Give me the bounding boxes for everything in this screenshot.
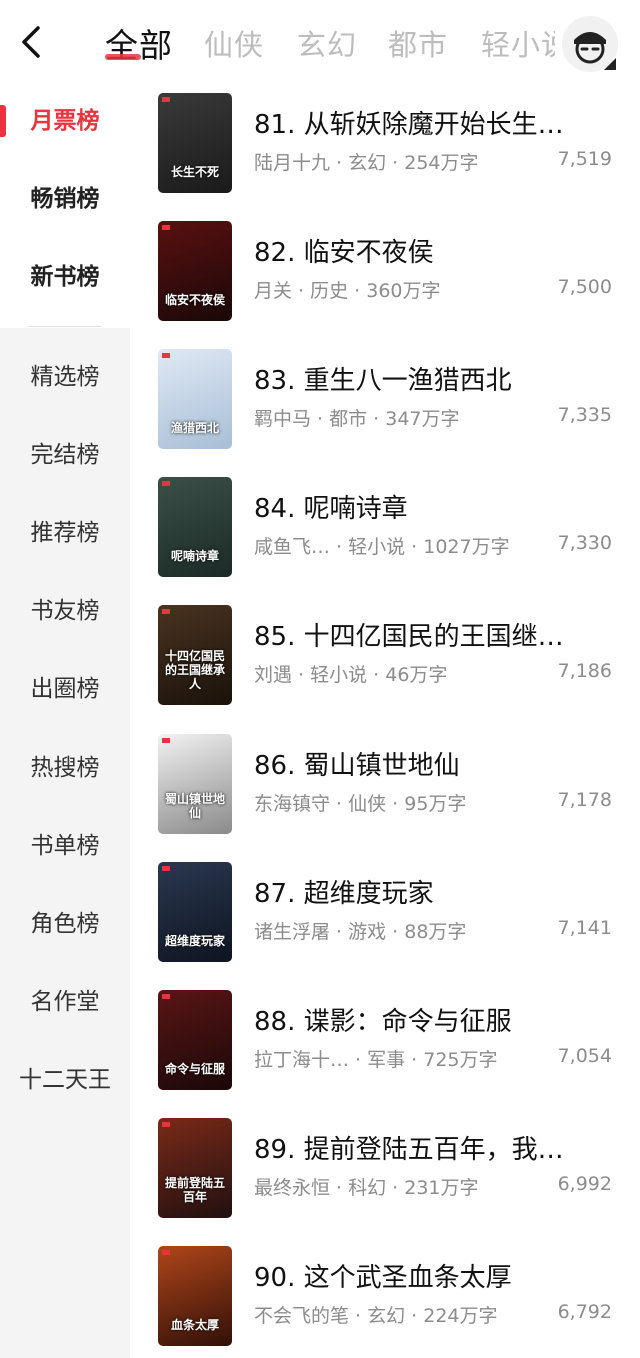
sidebar-item-breakout[interactable]: 出圈榜	[0, 651, 130, 727]
ticket-count: 6,992	[557, 1173, 612, 1195]
publisher-badge	[162, 609, 170, 614]
sidebar-item-monthly-ticket[interactable]: 月票榜	[0, 83, 130, 159]
sidebar-divider	[28, 326, 102, 327]
ticket-count: 7,330	[557, 532, 612, 554]
cover-title: 蜀山镇世地仙	[164, 792, 225, 820]
book-cover: 临安不夜侯	[158, 221, 232, 321]
sidebar-item-completed[interactable]: 完结榜	[0, 417, 130, 493]
book-meta: 刘遇 · 轻小说 · 46万字	[254, 664, 448, 686]
book-title: 84. 呢喃诗章	[254, 494, 408, 524]
sidebar-item-readers[interactable]: 书友榜	[0, 573, 130, 649]
publisher-badge	[162, 353, 170, 358]
publisher-badge	[162, 738, 170, 743]
avatar-corner-mark	[604, 58, 616, 70]
cover-title: 命令与征服	[164, 1062, 225, 1076]
book-cover: 血条太厚	[158, 1246, 232, 1346]
publisher-badge	[162, 1122, 170, 1127]
sidebar-item-twelve-kings[interactable]: 十二天王	[0, 1042, 130, 1118]
sidebar-item-characters[interactable]: 角色榜	[0, 886, 130, 962]
ticket-count: 6,792	[557, 1301, 612, 1323]
sidebar-item-featured[interactable]: 精选榜	[0, 339, 130, 415]
list-item[interactable]: 血条太厚 90. 这个武圣血条太厚 不会飞的笔 · 玄幻 · 224万字 6,7…	[130, 1241, 640, 1358]
sidebar-item-recommended[interactable]: 推荐榜	[0, 495, 130, 571]
tab-dushi[interactable]: 都市	[388, 22, 448, 64]
tab-xuanhuan[interactable]: 玄幻	[297, 22, 357, 64]
category-tabs: 全部 仙侠 玄幻 都市 轻小说	[100, 0, 555, 88]
book-meta: 诸生浮屠 · 游戏 · 88万字	[254, 921, 467, 943]
ticket-count: 7,178	[557, 789, 612, 811]
sidebar-item-bestseller[interactable]: 畅销榜	[0, 161, 130, 237]
book-title: 86. 蜀山镇世地仙	[254, 751, 460, 781]
tab-xianxia[interactable]: 仙侠	[204, 22, 264, 64]
top-bar: 全部 仙侠 玄幻 都市 轻小说	[0, 0, 640, 88]
book-cover: 超维度玩家	[158, 862, 232, 962]
list-item[interactable]: 渔猎西北 83. 重生八一渔猎西北 羁中马 · 都市 · 347万字 7,335	[130, 344, 640, 472]
book-title: 83. 重生八一渔猎西北	[254, 366, 512, 396]
tab-light-novel[interactable]: 轻小说	[481, 22, 555, 64]
sidebar-item-hall-of-fame[interactable]: 名作堂	[0, 964, 130, 1040]
cover-title: 渔猎西北	[170, 421, 219, 435]
ticket-count: 7,500	[557, 276, 612, 298]
publisher-badge	[162, 1250, 170, 1255]
book-meta: 月关 · 历史 · 360万字	[254, 280, 441, 302]
cover-title: 十四亿国民的王国继承人	[164, 649, 225, 691]
sidebar: 月票榜 畅销榜 新书榜 精选榜 完结榜 推荐榜 书友榜 出圈榜 热搜榜 书单榜 …	[0, 83, 130, 1358]
ticket-count: 7,054	[557, 1045, 612, 1067]
list-item[interactable]: 十四亿国民的王国继承人 85. 十四亿国民的王国继… 刘遇 · 轻小说 · 46…	[130, 600, 640, 728]
publisher-badge	[162, 866, 170, 871]
active-tab-indicator	[105, 54, 141, 60]
book-cover: 命令与征服	[158, 990, 232, 1090]
book-cover: 十四亿国民的王国继承人	[158, 605, 232, 705]
ticket-count: 7,519	[557, 148, 612, 170]
book-title: 81. 从斩妖除魔开始长生…	[254, 110, 564, 140]
cover-title: 提前登陆五百年	[164, 1176, 225, 1204]
cover-title: 血条太厚	[170, 1318, 219, 1332]
book-title: 82. 临安不夜侯	[254, 238, 434, 268]
cover-title: 临安不夜侯	[164, 293, 225, 307]
back-arrow-icon[interactable]	[14, 22, 50, 62]
book-title: 87. 超维度玩家	[254, 879, 434, 909]
book-title: 89. 提前登陆五百年，我…	[254, 1135, 564, 1165]
book-meta: 陆月十九 · 玄幻 · 254万字	[254, 152, 479, 174]
book-cover: 蜀山镇世地仙	[158, 734, 232, 834]
book-title: 90. 这个武圣血条太厚	[254, 1263, 512, 1293]
book-meta: 咸鱼飞… · 轻小说 · 1027万字	[254, 536, 510, 558]
list-item[interactable]: 呢喃诗章 84. 呢喃诗章 咸鱼飞… · 轻小说 · 1027万字 7,330	[130, 472, 640, 600]
list-item[interactable]: 超维度玩家 87. 超维度玩家 诸生浮屠 · 游戏 · 88万字 7,141	[130, 857, 640, 985]
publisher-badge	[162, 225, 170, 230]
book-meta: 东海镇守 · 仙侠 · 95万字	[254, 793, 467, 815]
book-title: 88. 谍影：命令与征服	[254, 1007, 512, 1037]
list-item[interactable]: 长生不死 81. 从斩妖除魔开始长生… 陆月十九 · 玄幻 · 254万字 7,…	[130, 88, 640, 216]
book-meta: 羁中马 · 都市 · 347万字	[254, 408, 460, 430]
ticket-count: 7,186	[557, 660, 612, 682]
list-item[interactable]: 命令与征服 88. 谍影：命令与征服 拉丁海十… · 军事 · 725万字 7,…	[130, 985, 640, 1113]
list-item[interactable]: 蜀山镇世地仙 86. 蜀山镇世地仙 东海镇守 · 仙侠 · 95万字 7,178	[130, 729, 640, 857]
book-cover: 提前登陆五百年	[158, 1118, 232, 1218]
ticket-count: 7,141	[557, 917, 612, 939]
list-item[interactable]: 临安不夜侯 82. 临安不夜侯 月关 · 历史 · 360万字 7,500	[130, 216, 640, 344]
cover-title: 长生不死	[170, 165, 219, 179]
sidebar-item-trending[interactable]: 热搜榜	[0, 730, 130, 806]
book-cover: 呢喃诗章	[158, 477, 232, 577]
ticket-count: 7,335	[557, 404, 612, 426]
book-cover: 长生不死	[158, 93, 232, 193]
list-item[interactable]: 提前登陆五百年 89. 提前登陆五百年，我… 最终永恒 · 科幻 · 231万字…	[130, 1113, 640, 1241]
sidebar-item-booklist[interactable]: 书单榜	[0, 808, 130, 884]
book-meta: 不会飞的笔 · 玄幻 · 224万字	[254, 1305, 498, 1327]
book-title: 85. 十四亿国民的王国继…	[254, 622, 564, 652]
book-cover: 渔猎西北	[158, 349, 232, 449]
book-meta: 拉丁海十… · 军事 · 725万字	[254, 1049, 498, 1071]
publisher-badge	[162, 994, 170, 999]
cover-title: 超维度玩家	[164, 934, 225, 948]
publisher-badge	[162, 97, 170, 102]
book-meta: 最终永恒 · 科幻 · 231万字	[254, 1177, 479, 1199]
publisher-badge	[162, 481, 170, 486]
cover-title: 呢喃诗章	[170, 549, 219, 563]
sidebar-item-new-books[interactable]: 新书榜	[0, 239, 130, 315]
